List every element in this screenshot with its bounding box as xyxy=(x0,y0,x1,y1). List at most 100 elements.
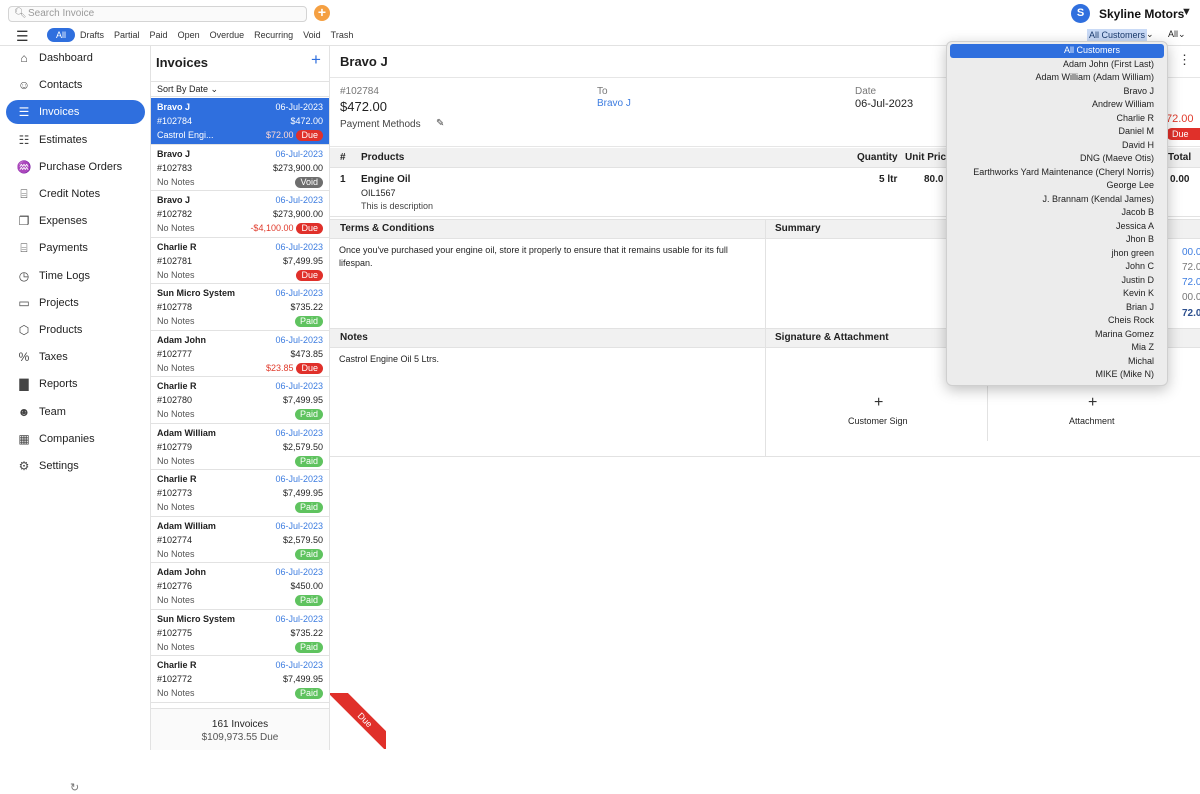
dropdown-option[interactable]: J. Brannam (Kendal James) xyxy=(950,193,1164,207)
dropdown-option[interactable]: Brian J xyxy=(950,301,1164,315)
sidebar-item-companies[interactable]: ▦ Companies xyxy=(6,427,145,451)
filter-tab[interactable]: Drafts xyxy=(75,28,109,42)
filter-tab[interactable]: Partial xyxy=(109,28,145,42)
filter-tab[interactable]: All xyxy=(47,28,76,42)
dropdown-option[interactable]: Marina Gomez xyxy=(950,328,1164,342)
add-attachment-icon[interactable]: + xyxy=(1088,394,1097,412)
invoice-row[interactable]: Sun Micro System 06-Jul-2023 #102778 $735.2… xyxy=(151,284,329,331)
invoice-row[interactable]: Sun Micro System 06-Jul-2023 #102775 $735.2… xyxy=(151,610,329,656)
terms-header: Terms & Conditions xyxy=(330,219,765,239)
more-options-icon[interactable]: ⋮ xyxy=(1178,52,1191,68)
dropdown-option[interactable]: Jhon B xyxy=(950,233,1164,247)
invoice-row[interactable]: Adam John 06-Jul-2023 #102776 $450.00 No Not… xyxy=(151,563,329,610)
invoice-row[interactable]: Adam William 06-Jul-2023 #102774 $2,579.50 N… xyxy=(151,517,329,563)
attachment-label[interactable]: Attachment xyxy=(1069,416,1115,426)
filter-tab[interactable]: Open xyxy=(173,28,205,42)
dropdown-option[interactable]: Bravo J xyxy=(950,85,1164,99)
sidebar-item-invoices[interactable]: ☰ Invoices xyxy=(6,100,145,125)
invoice-row[interactable]: Bravo J 06-Jul-2023 #102783 $273,900.00 No N… xyxy=(151,145,329,191)
invoice-note: No Notes xyxy=(157,316,195,326)
sidebar-item-time-logs[interactable]: ◷ Time Logs xyxy=(6,264,145,288)
sidebar-item-purchase-orders[interactable]: ♒ Purchase Orders xyxy=(6,155,145,179)
sidebar-item-credit-notes[interactable]: ⌸ Credit Notes xyxy=(6,182,145,206)
filter-tab[interactable]: Void xyxy=(298,28,326,42)
sidebar-item-label: Taxes xyxy=(39,351,68,364)
invoice-row[interactable]: Charlie R 06-Jul-2023 #102780 $7,499.95 No N… xyxy=(151,377,329,424)
dropdown-option[interactable]: Earthworks Yard Maintenance (Cheryl Norr… xyxy=(950,166,1164,180)
customer-name: Charlie R xyxy=(157,474,197,484)
sidebar-item-dashboard[interactable]: ⌂ Dashboard xyxy=(6,46,145,70)
account-avatar[interactable]: S xyxy=(1071,4,1090,23)
summary-value: 72.00 xyxy=(1182,308,1200,319)
sort-by-select[interactable]: Sort By Date ⌄ xyxy=(151,81,329,97)
dropdown-option[interactable]: MIKE (Mike N) xyxy=(950,368,1164,382)
chevron-down-icon[interactable]: ⌄ xyxy=(1146,29,1154,40)
summary-value: 72.00 xyxy=(1182,277,1200,288)
gear-icon: ⚙ xyxy=(18,459,30,473)
dropdown-option[interactable]: Charlie R xyxy=(950,112,1164,126)
filter-tab[interactable]: Overdue xyxy=(205,28,250,42)
invoice-total: $7,499.95 xyxy=(282,488,323,498)
sidebar-item-products[interactable]: ⬡ Products xyxy=(6,318,145,342)
add-invoice-button[interactable]: + xyxy=(314,5,330,21)
dropdown-option[interactable]: Jacob B xyxy=(950,206,1164,220)
invoice-row[interactable]: Bravo J 06-Jul-2023 #102782 $273,900.00 No N… xyxy=(151,191,329,238)
invoice-row[interactable]: Charlie R 06-Jul-2023 #102772 $7,499.95 No N… xyxy=(151,656,329,703)
divider xyxy=(765,219,766,456)
sidebar-item-estimates[interactable]: ☷ Estimates xyxy=(6,128,145,152)
filter-tab[interactable]: Trash xyxy=(326,28,359,42)
dropdown-option[interactable]: DNG (Maeve Otis) xyxy=(950,152,1164,166)
sync-icon[interactable]: ↻ xyxy=(70,781,79,794)
customer-filter-select[interactable]: All Customers xyxy=(1087,29,1148,41)
dropdown-option[interactable]: Adam John (First Last) xyxy=(950,58,1164,72)
col-total: Total xyxy=(1168,152,1192,163)
customer-sign-label[interactable]: Customer Sign xyxy=(848,416,908,426)
status-filter-select[interactable]: All⌄ xyxy=(1168,29,1186,40)
dropdown-option[interactable]: David H xyxy=(950,139,1164,153)
account-name[interactable]: Skyline Motors xyxy=(1099,7,1184,21)
invoice-row[interactable]: Charlie R 06-Jul-2023 #102773 $7,499.95 No N… xyxy=(151,470,329,517)
pencil-icon[interactable]: ✎ xyxy=(436,118,444,129)
search-input[interactable]: 🔍︎ Search Invoice xyxy=(8,6,307,22)
invoice-row[interactable]: Charlie R 06-Jul-2023 #102781 $7,499.95 No N… xyxy=(151,238,329,284)
payment-methods-label: Payment Methods xyxy=(340,119,421,130)
sidebar-item-contacts[interactable]: ☺ Contacts xyxy=(6,73,145,97)
invoice-row[interactable]: Bravo J 06-Jul-2023 #102784 $472.00 Castrol … xyxy=(151,98,329,145)
dropdown-option[interactable]: Jessica A xyxy=(950,220,1164,234)
invoice-number: #102777 xyxy=(157,348,193,359)
sidebar-item-taxes[interactable]: % Taxes xyxy=(6,345,145,369)
sidebar-item-projects[interactable]: ▭ Projects xyxy=(6,291,145,315)
sidebar-item-payments[interactable]: ⌸ Payments xyxy=(6,236,145,260)
dropdown-option[interactable]: Adam William (Adam William) xyxy=(950,71,1164,85)
add-sign-icon[interactable]: + xyxy=(874,394,883,412)
dropdown-option[interactable]: Michal xyxy=(950,355,1164,369)
dropdown-option[interactable]: Daniel M xyxy=(950,125,1164,139)
filter-tab[interactable]: Paid xyxy=(145,28,173,42)
chevron-down-icon[interactable]: ▼ xyxy=(1181,6,1192,18)
dropdown-option[interactable]: Cheis Rock xyxy=(950,314,1164,328)
dropdown-option[interactable]: John C xyxy=(950,260,1164,274)
dropdown-option[interactable]: Mia Z xyxy=(950,341,1164,355)
add-icon[interactable]: + xyxy=(311,50,321,70)
product-desc: This is description xyxy=(361,201,434,211)
invoice-row[interactable]: Adam John 06-Jul-2023 #102777 $473.85 No Not… xyxy=(151,331,329,377)
product-num: 1 xyxy=(340,174,346,185)
sidebar-item-label: Contacts xyxy=(39,79,83,92)
sidebar-item-reports[interactable]: ▇ Reports xyxy=(6,372,145,396)
invoice-row[interactable]: Adam William 06-Jul-2023 #102779 $2,579.50 N… xyxy=(151,424,329,470)
dropdown-option[interactable]: Andrew William xyxy=(950,98,1164,112)
hamburger-menu-icon[interactable]: ☰ xyxy=(16,28,29,45)
sidebar-item-expenses[interactable]: ❐ Expenses xyxy=(6,209,145,233)
dropdown-option[interactable]: George Lee xyxy=(950,179,1164,193)
to-value-link[interactable]: Bravo J xyxy=(597,98,631,109)
customer-name: Bravo J xyxy=(157,102,191,112)
dropdown-option[interactable]: Justin D xyxy=(950,274,1164,288)
sidebar-item-settings[interactable]: ⚙ Settings xyxy=(6,454,145,478)
dropdown-option[interactable]: Kevin K xyxy=(950,287,1164,301)
invoice-date: 06-Jul-2023 xyxy=(275,427,323,438)
sidebar-item-team[interactable]: ☻ Team xyxy=(6,400,145,424)
dropdown-option[interactable]: jhon green xyxy=(950,247,1164,261)
invoice-note: No Notes xyxy=(157,688,195,698)
dropdown-option[interactable]: All Customers xyxy=(950,44,1164,58)
filter-tab[interactable]: Recurring xyxy=(249,28,298,42)
